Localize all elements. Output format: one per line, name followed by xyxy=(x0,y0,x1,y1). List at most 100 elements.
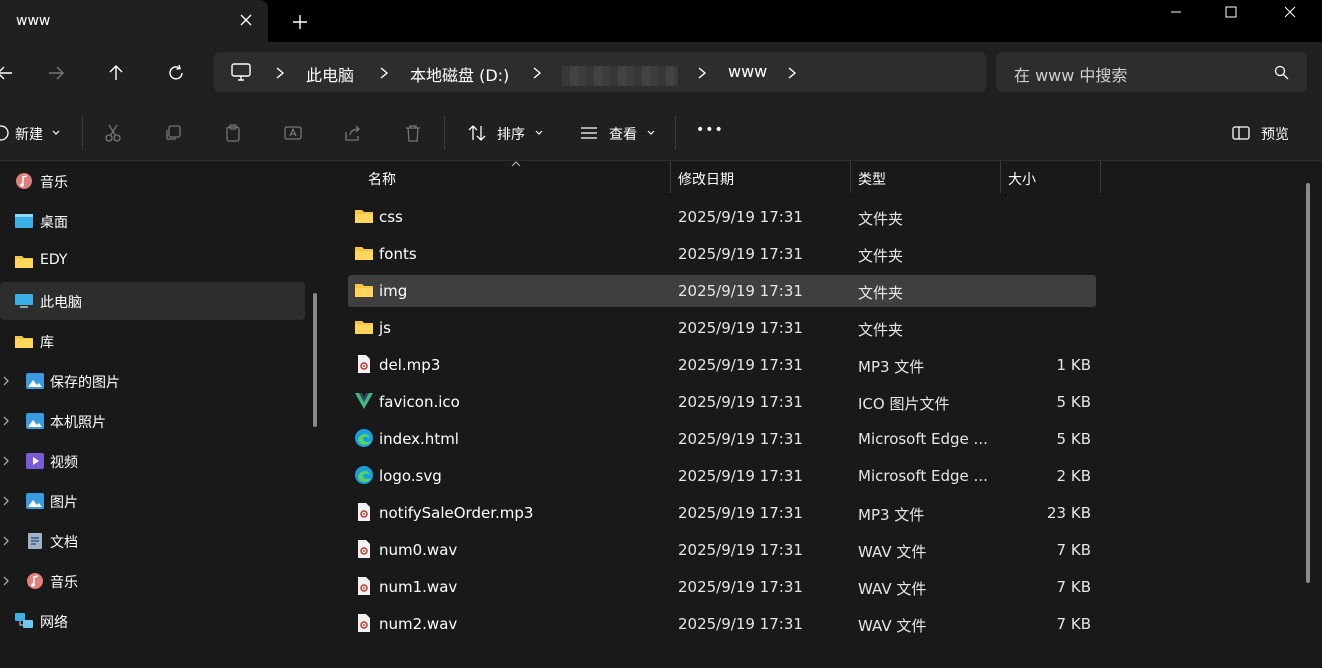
forward-button[interactable] xyxy=(45,62,67,84)
chevron-right-icon[interactable] xyxy=(2,416,10,426)
maximize-icon xyxy=(1225,6,1237,18)
sidebar-item-this-pc[interactable]: 此电脑 xyxy=(0,282,305,320)
sidebar-item-pictures[interactable]: 图片 xyxy=(0,482,305,520)
edge-icon xyxy=(355,429,373,447)
sort-button[interactable]: 排序 xyxy=(497,124,525,144)
share-button[interactable] xyxy=(342,122,364,144)
file-date: 2025/9/19 17:31 xyxy=(678,430,803,448)
minimize-button[interactable] xyxy=(1148,0,1204,24)
sidebar-item-label: 音乐 xyxy=(40,175,68,191)
trash-icon xyxy=(406,125,420,142)
file-list: 名称 修改日期 类型 大小 css 2025/9/19 17:31 文件夹 fo… xyxy=(328,161,1322,668)
sidebar-item-music[interactable]: 音乐 xyxy=(0,162,305,200)
close-tab-icon[interactable] xyxy=(238,12,254,28)
column-header-type[interactable]: 类型 xyxy=(858,161,886,193)
maximize-button[interactable] xyxy=(1203,0,1259,24)
search-input[interactable]: 在 www 中搜索 xyxy=(996,52,1307,92)
sidebar-item-label: 文档 xyxy=(50,535,78,551)
new-tab-icon[interactable] xyxy=(292,14,308,30)
sidebar-item-network[interactable]: 网络 xyxy=(0,602,305,640)
chevron-right-icon[interactable] xyxy=(2,576,10,586)
sidebar-item-label: 视频 xyxy=(50,455,78,471)
table-row[interactable]: del.mp3 2025/9/19 17:31 MP3 文件 1 KB xyxy=(348,349,1096,381)
delete-button[interactable] xyxy=(402,122,424,144)
chevron-right-icon xyxy=(788,67,797,79)
column-divider[interactable] xyxy=(670,161,671,193)
new-button[interactable]: 新建 xyxy=(15,124,43,144)
sidebar-item-libraries[interactable]: 库 xyxy=(0,322,305,360)
paste-button[interactable] xyxy=(222,122,244,144)
audio-file-icon xyxy=(358,577,370,595)
rename-button[interactable] xyxy=(282,122,304,144)
file-name: num0.wav xyxy=(379,541,458,559)
sidebar-item-music-library[interactable]: 音乐 xyxy=(0,562,305,600)
column-header-name[interactable]: 名称 xyxy=(368,161,396,193)
sidebar-item-desktop[interactable]: 桌面 xyxy=(0,202,305,240)
back-button[interactable] xyxy=(0,62,16,84)
file-date: 2025/9/19 17:31 xyxy=(678,615,803,633)
column-divider[interactable] xyxy=(1000,161,1001,193)
sidebar-item-label: 图片 xyxy=(50,495,78,511)
preview-pane-icon xyxy=(1230,122,1252,144)
sidebar-item-label: 网络 xyxy=(40,615,68,631)
chevron-right-icon[interactable] xyxy=(2,496,10,506)
sidebar-scrollbar[interactable] xyxy=(313,293,317,427)
copy-button[interactable] xyxy=(162,122,184,144)
close-window-button[interactable] xyxy=(1262,0,1318,24)
sidebar-item-saved-pictures[interactable]: 保存的图片 xyxy=(0,362,305,400)
sidebar-item-videos[interactable]: 视频 xyxy=(0,442,305,480)
up-button[interactable] xyxy=(105,62,127,84)
pictures-icon xyxy=(26,373,44,389)
file-type: MP3 文件 xyxy=(858,506,925,524)
redacted-breadcrumb[interactable] xyxy=(562,66,678,86)
table-row[interactable]: logo.svg 2025/9/19 17:31 Microsoft Edge … xyxy=(348,460,1096,492)
table-row-selected[interactable]: img 2025/9/19 17:31 文件夹 xyxy=(348,275,1096,307)
sidebar-item-camera-roll[interactable]: 本机照片 xyxy=(0,402,305,440)
new-icon xyxy=(0,122,12,144)
table-row[interactable]: favicon.ico 2025/9/19 17:31 ICO 图片文件 5 K… xyxy=(348,386,1096,418)
file-date: 2025/9/19 17:31 xyxy=(678,578,803,596)
pictures-icon xyxy=(26,493,44,509)
file-list-scrollbar[interactable] xyxy=(1306,183,1310,583)
sidebar-item-documents[interactable]: 文档 xyxy=(0,522,305,560)
file-date: 2025/9/19 17:31 xyxy=(678,319,803,337)
table-row[interactable]: num1.wav 2025/9/19 17:31 WAV 文件 7 KB xyxy=(348,571,1096,603)
chevron-right-icon[interactable] xyxy=(2,456,10,466)
breadcrumb-local-disk[interactable]: 本地磁盘 (D:) xyxy=(410,62,509,86)
column-header-date[interactable]: 修改日期 xyxy=(678,161,734,193)
column-divider[interactable] xyxy=(850,161,851,193)
cut-button[interactable] xyxy=(102,122,124,144)
table-row[interactable]: index.html 2025/9/19 17:31 Microsoft Edg… xyxy=(348,423,1096,455)
file-type: 文件夹 xyxy=(858,284,904,302)
table-row[interactable]: fonts 2025/9/19 17:31 文件夹 xyxy=(348,238,1096,270)
breadcrumb-this-pc[interactable]: 此电脑 xyxy=(306,62,354,86)
preview-button[interactable]: 预览 xyxy=(1261,124,1289,144)
table-row[interactable]: js 2025/9/19 17:31 文件夹 xyxy=(348,312,1096,344)
table-row[interactable]: num2.wav 2025/9/19 17:31 WAV 文件 7 KB xyxy=(348,608,1096,640)
chevron-right-icon[interactable] xyxy=(2,536,10,546)
search-placeholder: 在 www 中搜索 xyxy=(1014,66,1128,85)
folder-icon xyxy=(15,256,33,268)
computer-icon xyxy=(15,294,33,308)
sidebar-item-edy[interactable]: EDY xyxy=(0,242,305,280)
refresh-button[interactable] xyxy=(165,62,187,84)
column-header-size[interactable]: 大小 xyxy=(1008,161,1036,193)
file-name: fonts xyxy=(379,245,417,263)
view-button[interactable]: 查看 xyxy=(609,124,637,144)
file-name: js xyxy=(379,319,391,337)
file-size: 5 KB xyxy=(1056,393,1091,411)
file-date: 2025/9/19 17:31 xyxy=(678,393,803,411)
file-size: 7 KB xyxy=(1056,578,1091,596)
table-row[interactable]: num0.wav 2025/9/19 17:31 WAV 文件 7 KB xyxy=(348,534,1096,566)
file-size: 7 KB xyxy=(1056,615,1091,633)
folder-icon xyxy=(355,247,373,260)
column-divider[interactable] xyxy=(1100,161,1101,193)
chevron-right-icon[interactable] xyxy=(2,376,10,386)
more-options-button[interactable]: ••• xyxy=(696,122,724,138)
table-row[interactable]: notifySaleOrder.mp3 2025/9/19 17:31 MP3 … xyxy=(348,497,1096,529)
window-tab[interactable]: www xyxy=(0,0,268,42)
table-row[interactable]: css 2025/9/19 17:31 文件夹 xyxy=(348,201,1096,233)
address-bar[interactable]: 此电脑 本地磁盘 (D:) www xyxy=(214,52,986,92)
sidebar-item-label: 桌面 xyxy=(40,215,68,231)
breadcrumb-www[interactable]: www xyxy=(728,62,767,81)
